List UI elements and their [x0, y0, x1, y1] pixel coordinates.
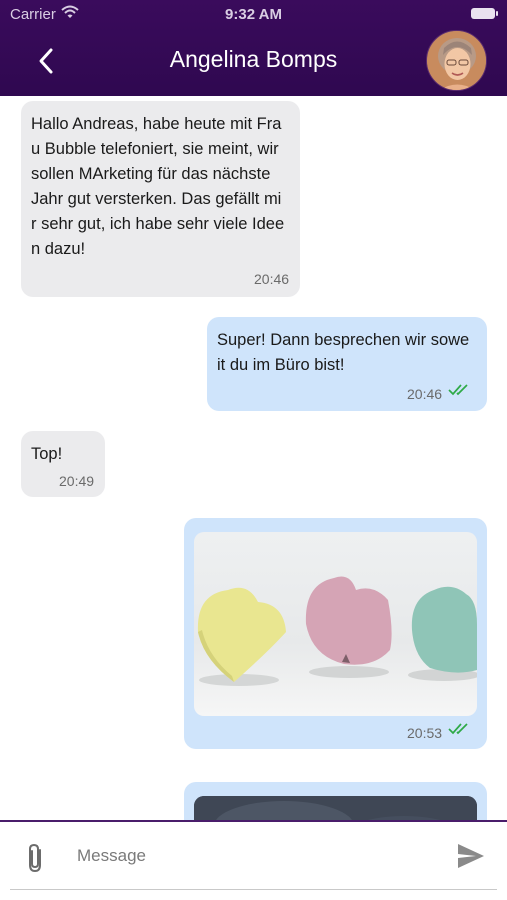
message-time: 20:53 — [407, 725, 443, 741]
contact-avatar[interactable] — [426, 30, 487, 91]
avatar-portrait-icon — [427, 31, 486, 90]
image-message-outgoing[interactable] — [184, 782, 487, 820]
message-line: r sehr gut, ich habe sehr viele Idee — [31, 215, 285, 233]
image-message-outgoing[interactable]: 20:53 — [184, 518, 487, 749]
message-photo[interactable] — [194, 532, 477, 716]
double-check-icon — [448, 384, 468, 396]
double-check-icon — [448, 723, 468, 735]
message-time: 20:49 — [59, 473, 95, 489]
message-bubble-outgoing[interactable]: Super! Dann besprechen wir sowe it du im… — [207, 317, 487, 411]
status-bar: Carrier 9:32 AM — [0, 0, 507, 28]
message-photo[interactable] — [194, 796, 477, 820]
message-bubble-incoming[interactable]: Hallo Andreas, habe heute mit Fra u Bubb… — [21, 101, 300, 297]
message-line: u Bubble telefoniert, sie meint, wir — [31, 140, 279, 158]
message-time: 20:46 — [254, 271, 290, 287]
message-input[interactable] — [64, 834, 434, 878]
battery-icon — [471, 8, 498, 19]
message-text: Hallo Andreas, habe heute mit Fra u Bubb… — [31, 112, 295, 262]
status-time: 9:32 AM — [225, 6, 282, 23]
dark-photo — [194, 796, 477, 820]
message-line: Top! — [31, 445, 63, 463]
chat-header: Carrier 9:32 AM Angelina Bomps — [0, 0, 507, 96]
pastel-hearts-photo — [194, 532, 477, 716]
message-text: Top! — [31, 442, 62, 467]
message-line: Super! Dann besprechen wir sowe — [217, 331, 470, 349]
message-line: it du im Büro bist! — [217, 356, 345, 374]
message-time: 20:46 — [407, 386, 443, 402]
message-line: Hallo Andreas, habe heute mit Fra — [31, 115, 282, 133]
send-icon[interactable] — [457, 843, 485, 869]
message-line: sollen MArketing für das nächste — [31, 165, 271, 183]
message-bubble-incoming[interactable]: Top! 20:49 — [21, 431, 105, 497]
paperclip-icon[interactable] — [24, 842, 48, 874]
message-line: Jahr gut versterken. Das gefällt mi — [31, 190, 282, 208]
message-line: n dazu! — [31, 240, 86, 258]
message-list[interactable]: Hallo Andreas, habe heute mit Fra u Bubb… — [0, 96, 507, 820]
message-text: Super! Dann besprechen wir sowe it du im… — [217, 328, 479, 378]
input-underline — [10, 889, 497, 890]
message-composer — [0, 820, 507, 900]
